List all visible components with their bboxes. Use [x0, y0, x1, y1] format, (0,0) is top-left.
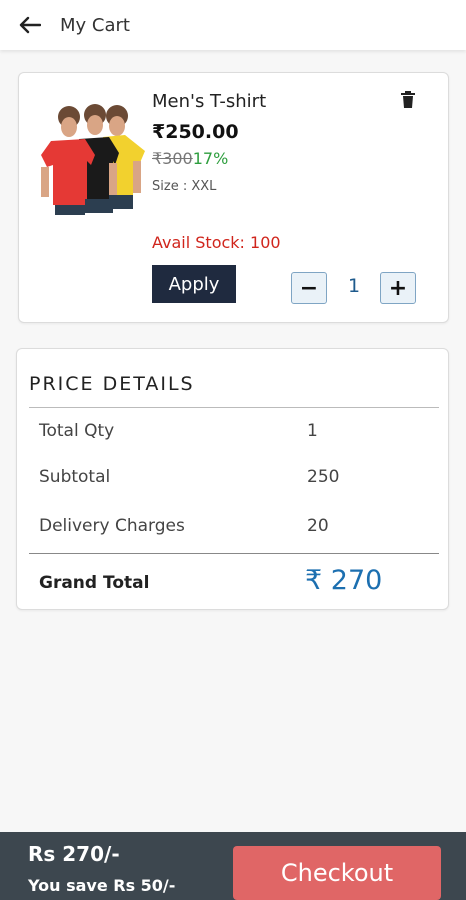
checkout-button[interactable]: Checkout — [233, 846, 441, 900]
cart-item-card: Men's T-shirt ₹250.00 ₹30017% Size : XXL… — [18, 72, 449, 323]
product-image[interactable] — [33, 95, 151, 275]
product-name[interactable]: Men's T-shirt — [152, 91, 266, 112]
row-value: 1 — [307, 421, 318, 441]
plus-icon: + — [388, 275, 408, 301]
trash-icon — [401, 91, 415, 108]
arrow-left-icon — [19, 16, 41, 34]
page-title: My Cart — [60, 14, 130, 36]
divider — [29, 407, 439, 408]
quantity-value: 1 — [347, 275, 361, 297]
row-value: 250 — [307, 467, 340, 487]
original-price: ₹300 — [152, 149, 193, 168]
checkout-bar: Rs 270/- You save Rs 50/- Checkout — [0, 832, 466, 900]
grand-total-label: Grand Total — [39, 573, 150, 593]
price-comparison: ₹30017% — [152, 149, 228, 168]
price-details-card: PRICE DETAILS Total Qty 1 Subtotal 250 D… — [16, 348, 449, 610]
row-label: Total Qty — [39, 421, 115, 441]
product-size: Size : XXL — [152, 179, 217, 194]
increase-qty-button[interactable]: + — [380, 272, 416, 304]
row-label: Delivery Charges — [39, 516, 185, 536]
price-row-delivery: Delivery Charges 20 — [39, 516, 439, 536]
price-details-title: PRICE DETAILS — [29, 373, 195, 395]
minus-icon: − — [299, 275, 319, 301]
discount-percent: 17% — [192, 149, 229, 168]
app-bar: My Cart — [0, 0, 466, 50]
back-button[interactable] — [0, 0, 60, 50]
footer-total: Rs 270/- — [28, 842, 120, 866]
apply-button[interactable]: Apply — [152, 265, 236, 303]
grand-total-value: ₹ 270 — [305, 565, 383, 596]
footer-savings: You save Rs 50/- — [28, 876, 176, 895]
decrease-qty-button[interactable]: − — [291, 272, 327, 304]
price-row-total-qty: Total Qty 1 — [39, 421, 439, 441]
price-row-subtotal: Subtotal 250 — [39, 467, 439, 487]
divider — [29, 553, 439, 554]
row-value: 20 — [307, 516, 329, 536]
product-price: ₹250.00 — [152, 121, 239, 143]
delete-button[interactable] — [400, 91, 418, 111]
row-label: Subtotal — [39, 467, 111, 487]
stock-availability: Avail Stock: 100 — [152, 233, 281, 252]
